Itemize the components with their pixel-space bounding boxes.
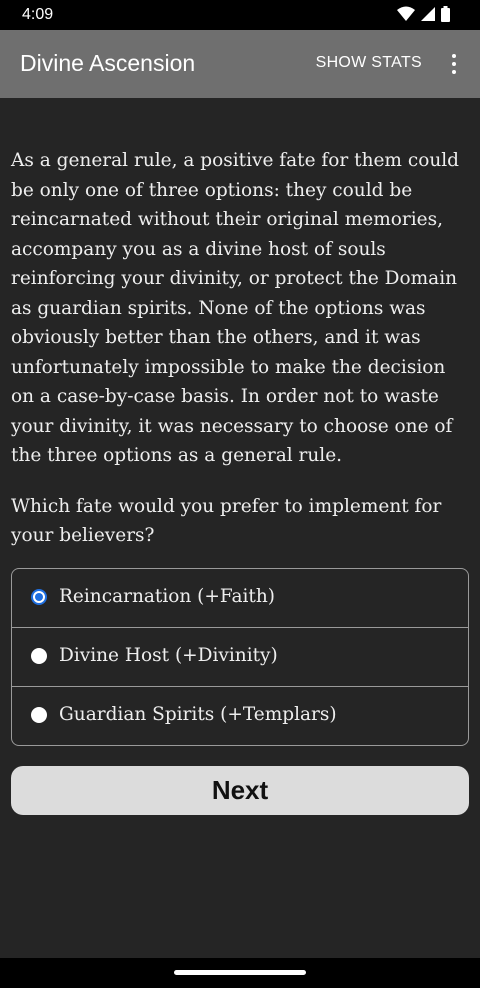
radio-unselected-icon[interactable] [31,707,47,723]
choice-list: Reincarnation (+Faith) Divine Host (+Div… [11,568,469,746]
choice-label: Reincarnation (+Faith) [59,586,275,607]
home-indicator[interactable] [174,970,306,975]
radio-unselected-icon[interactable] [31,648,47,664]
choice-divine-host[interactable]: Divine Host (+Divinity) [12,628,468,687]
story-paragraph: As a general rule, a positive fate for t… [11,150,460,466]
more-vert-icon[interactable] [444,48,464,80]
choice-label: Guardian Spirits (+Templars) [59,704,337,725]
story-content: As a general rule, a positive fate for t… [11,146,469,572]
show-stats-button[interactable]: SHOW STATS [316,54,422,72]
question-text: Which fate would you prefer to implement… [11,495,442,547]
navigation-bar [0,958,480,988]
choice-reincarnation[interactable]: Reincarnation (+Faith) [12,569,468,628]
status-icons [397,6,450,22]
radio-selected-icon[interactable] [31,589,47,605]
status-bar: 4:09 [0,0,480,30]
app-title: Divine Ascension [20,50,196,76]
cell-signal-icon [421,7,435,21]
choice-guardian-spirits[interactable]: Guardian Spirits (+Templars) [12,687,468,745]
app-bar: Divine Ascension SHOW STATS [0,30,480,98]
next-button[interactable]: Next [11,766,469,815]
battery-icon [441,6,450,22]
wifi-icon [397,6,415,21]
status-time: 4:09 [22,6,54,23]
choice-label: Divine Host (+Divinity) [59,645,278,666]
